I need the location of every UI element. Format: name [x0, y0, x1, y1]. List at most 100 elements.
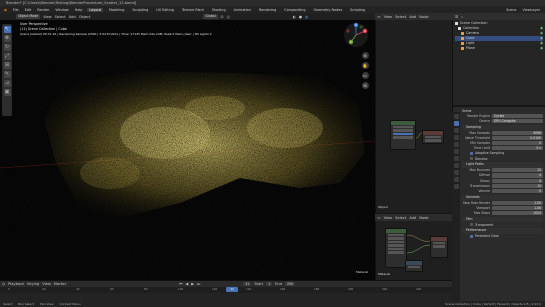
workspace-tab-scripting[interactable]: Scripting	[348, 8, 367, 12]
navigation-gizmo[interactable]: X Y Z	[343, 22, 369, 48]
step-rate-render-field[interactable]: 1.00	[492, 200, 543, 205]
workspace-tab-modeling[interactable]: Modeling	[107, 8, 126, 12]
diffuse-bounces-field[interactable]: 4	[492, 173, 543, 178]
start-frame-field[interactable]: 1	[266, 281, 273, 287]
max-bounces-field[interactable]: 12	[492, 168, 543, 173]
play-reverse-icon[interactable]: ◀	[185, 282, 188, 286]
step-rate-viewport-field[interactable]: 1.00	[492, 205, 543, 210]
view-layer-selector[interactable]: ViewLayer	[522, 8, 542, 12]
workspace-tab-shading[interactable]: Shading	[210, 8, 228, 12]
mesh-object-icon	[461, 37, 464, 40]
viewport-menu-add[interactable]: Add	[69, 15, 76, 19]
play-icon[interactable]: ▶	[191, 282, 194, 286]
world-tab-icon[interactable]	[453, 149, 459, 154]
scene-selector[interactable]: Scene	[505, 8, 517, 12]
workspace-tab-geometry-nodes[interactable]: Geometry Nodes	[312, 8, 345, 12]
min-samples-field[interactable]: 0	[492, 140, 543, 146]
outliner-item-plane[interactable]: Plane ◉	[455, 46, 543, 51]
status-pan-view: Pan View	[40, 302, 54, 306]
transform-orientation[interactable]: Global	[203, 14, 218, 19]
timeline-menu-view[interactable]: View	[42, 282, 51, 286]
scale-icon[interactable]: ⤢	[3, 53, 11, 60]
jump-end-icon[interactable]: ⏭	[197, 282, 200, 286]
viewport-menu-object[interactable]: Object	[79, 15, 91, 19]
menu-file[interactable]: File	[12, 8, 20, 12]
workspace-tab-texture-paint[interactable]: Texture Paint	[180, 8, 206, 12]
timeline-menu-keying[interactable]: Keying	[27, 282, 39, 286]
measure-icon[interactable]: ⊿	[3, 80, 11, 87]
3d-viewport[interactable]	[0, 13, 375, 280]
add-cube-icon[interactable]: ▣	[3, 89, 11, 96]
timeline-editor-icon[interactable]: ◷	[2, 282, 5, 286]
modifier-tab-icon[interactable]	[453, 163, 459, 168]
timeline-menu-marker[interactable]: Marker	[54, 282, 66, 286]
viewport-perspective-label: User Perspective	[20, 22, 48, 26]
menu-help[interactable]: Help	[74, 8, 84, 12]
shading-solid-icon[interactable]: ●	[299, 15, 302, 19]
material-tab-icon[interactable]	[453, 184, 459, 189]
particles-tab-icon[interactable]	[453, 170, 459, 175]
transmission-bounces-field[interactable]: 12	[492, 183, 543, 188]
noise-threshold-field[interactable]: 0.0100	[492, 135, 543, 140]
grid-icon[interactable]: ⊞	[361, 82, 369, 89]
timeline-menu-playback[interactable]: Playback	[8, 282, 24, 286]
view-layer-tab-icon[interactable]	[453, 135, 459, 140]
menu-render[interactable]: Render	[36, 8, 50, 12]
mode-selector[interactable]: Object Mode	[16, 14, 41, 19]
status-bar: Select Box Select Pan View Context Menu …	[0, 301, 545, 307]
outliner-filter-icon[interactable]: ☰	[455, 15, 458, 19]
pan-icon[interactable]: ✋	[361, 62, 369, 69]
menu-edit[interactable]: Edit	[24, 8, 33, 12]
glossy-bounces-field[interactable]: 4	[492, 178, 543, 183]
physics-tab-icon[interactable]	[453, 177, 459, 182]
snap-icon[interactable]: ⊡	[221, 15, 224, 19]
annotate-icon[interactable]: ✎	[3, 71, 11, 78]
workspace-tab-compositing[interactable]: Compositing	[282, 8, 307, 12]
workspace-tab-layout[interactable]: Layout	[87, 7, 103, 12]
denoise-checkbox[interactable]: Denoise	[462, 156, 543, 161]
workspace-tab-rendering[interactable]: Rendering	[257, 8, 278, 12]
timeline-tick: 100	[178, 287, 184, 291]
device-select[interactable]: GPU Compute	[492, 118, 543, 124]
render-engine-select[interactable]: Cycles	[492, 113, 543, 118]
workspace-tab-uv-editing[interactable]: UV Editing	[154, 8, 176, 12]
jump-start-icon[interactable]: ⏮	[179, 282, 182, 286]
timeline-playhead[interactable]: 11	[226, 287, 238, 292]
time-limit-field[interactable]: 0 s	[492, 146, 543, 151]
transform-icon[interactable]: ⊞	[3, 62, 11, 69]
volume-bounces-field[interactable]: 0	[492, 188, 543, 194]
move-icon[interactable]: ✥	[3, 35, 11, 42]
persistent-data-checkbox[interactable]: Persistent Data	[462, 234, 543, 239]
proportional-edit-icon[interactable]: ◎	[227, 15, 230, 19]
menu-window[interactable]: Window	[54, 8, 69, 12]
viewport-nav-tools: ⊕ ✋ ▭ ⊞	[360, 52, 370, 102]
scene-tab-icon[interactable]	[453, 142, 459, 147]
shading-rendered-icon[interactable]: ◉	[305, 15, 308, 19]
workspace-tab-animation[interactable]: Animation	[232, 8, 253, 12]
node-editor-top-label: Object	[378, 205, 388, 209]
end-frame-field[interactable]: 250	[284, 281, 296, 287]
tool-tab-icon[interactable]	[453, 114, 459, 119]
transparent-checkbox[interactable]: Transparent	[462, 222, 543, 227]
workspace-tab-sculpting[interactable]: Sculpting	[130, 8, 150, 12]
timeline-tick: 180	[314, 287, 320, 291]
max-samples-field[interactable]: 4096	[492, 130, 543, 135]
viewport-menu-view[interactable]: View	[43, 15, 52, 19]
output-tab-icon[interactable]	[453, 128, 459, 133]
cursor-icon[interactable]: ↖	[3, 26, 11, 33]
max-steps-field[interactable]: 1024	[492, 211, 543, 216]
outliner-search-icon[interactable]: ⌕	[461, 15, 463, 19]
rotate-icon[interactable]: ↻	[3, 44, 11, 51]
current-frame-field[interactable]: 11	[243, 281, 252, 287]
render-tab-icon[interactable]	[453, 121, 459, 126]
top-menu-bar: ◉ File Edit Render Window Help Layout Mo…	[0, 6, 545, 13]
object-tab-icon[interactable]	[453, 156, 459, 161]
zoom-icon[interactable]: ⊕	[361, 52, 369, 59]
timeline-tick: 0	[8, 287, 10, 291]
camera-icon[interactable]: ▭	[361, 72, 369, 79]
overlays-icon[interactable]: ◐	[293, 15, 296, 19]
svg-text:Z: Z	[355, 23, 357, 27]
blender-logo-icon[interactable]: ◉	[3, 8, 8, 12]
viewport-menu-select[interactable]: Select	[55, 15, 66, 19]
timeline-tick: 60	[110, 287, 114, 291]
